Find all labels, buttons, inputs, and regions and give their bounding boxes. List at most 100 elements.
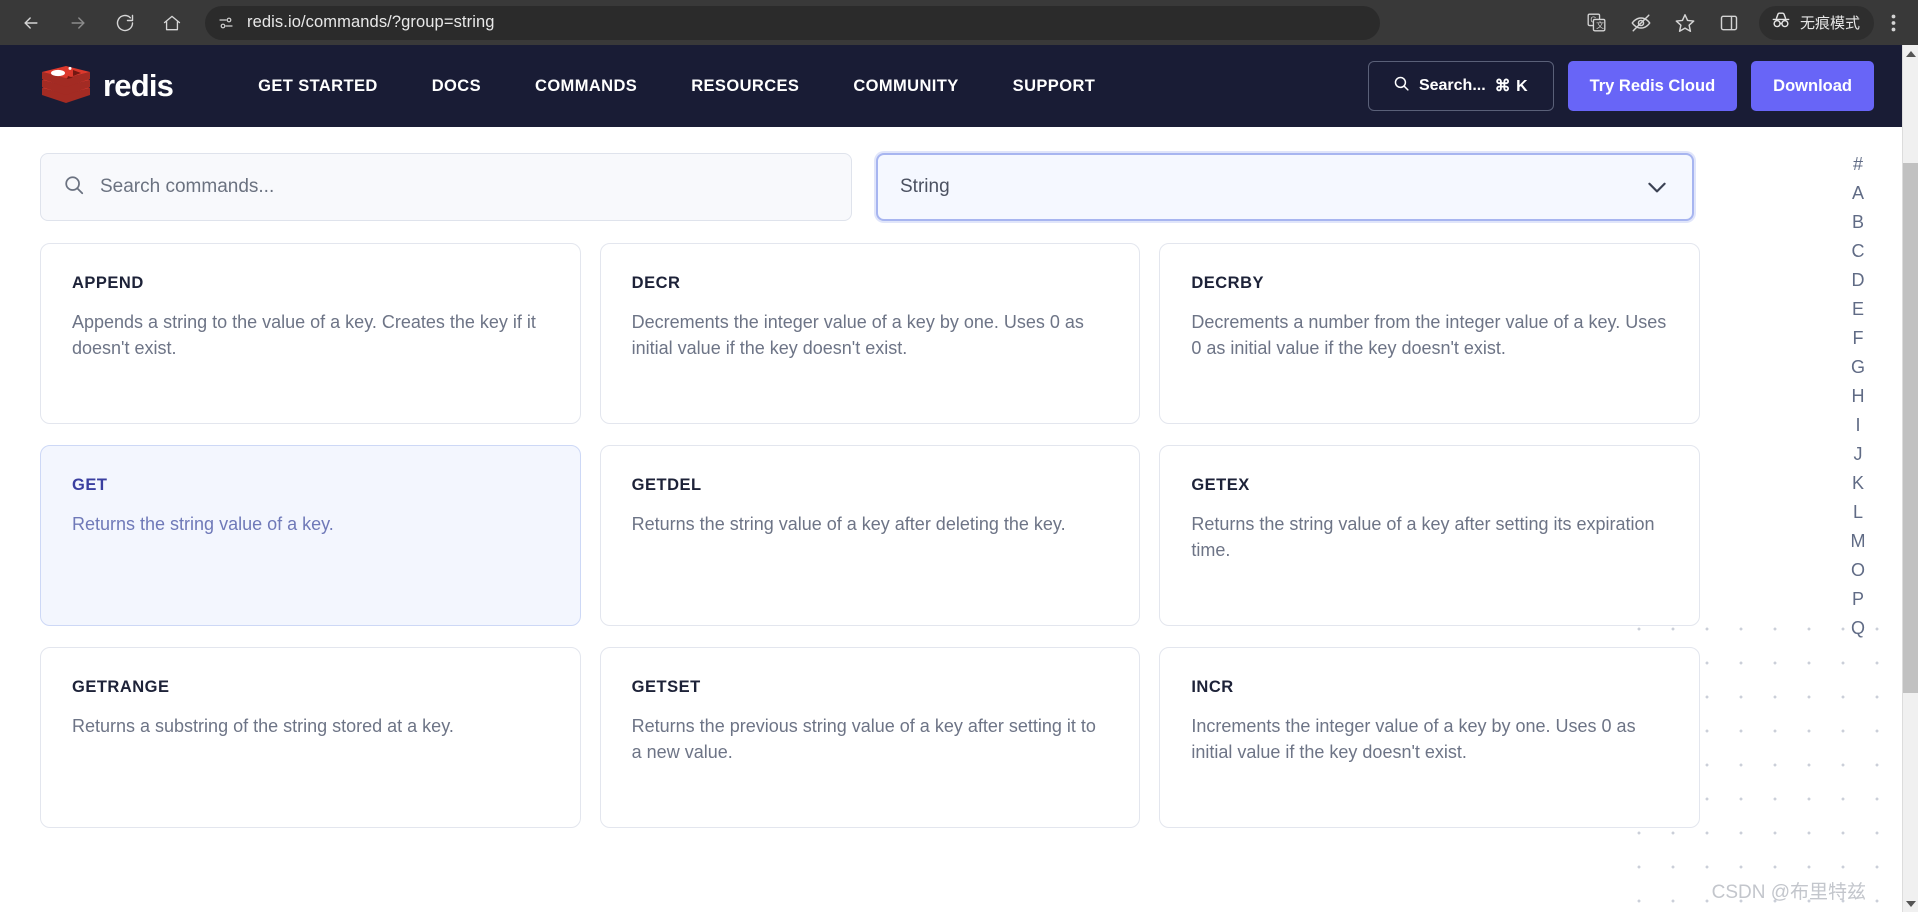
command-description: Appends a string to the value of a key. … (72, 312, 536, 358)
incognito-label: 无痕模式 (1799, 15, 1860, 32)
alphabet-letter-d[interactable]: D (1847, 271, 1869, 289)
command-card[interactable]: GETRANGE Returns a substring of the stri… (40, 647, 581, 828)
redis-logo-icon (40, 64, 92, 108)
command-description: Returns the string value of a key after … (1191, 514, 1655, 560)
scrollbar-down-arrow[interactable] (1903, 895, 1918, 912)
browser-toolbar: redis.io/commands/?group=string G文 无痕模式 (0, 0, 1918, 45)
forward-arrow-icon (68, 13, 88, 33)
alphabet-letter-f[interactable]: F (1847, 329, 1869, 347)
command-name: DECR (631, 274, 681, 292)
site-info-icon[interactable] (213, 10, 239, 36)
command-description: Decrements a number from the integer val… (1191, 312, 1667, 358)
nav-item-resources[interactable]: RESOURCES (664, 77, 826, 96)
nav-item-get-started[interactable]: GET STARTED (231, 77, 405, 96)
search-commands-input[interactable] (100, 176, 829, 198)
command-name: GETRANGE (72, 678, 170, 696)
url-text: redis.io/commands/?group=string (247, 13, 495, 31)
alphabet-letter-g[interactable]: G (1847, 358, 1869, 376)
incognito-icon (1770, 11, 1792, 34)
svg-text:文: 文 (1597, 20, 1605, 30)
command-card[interactable]: DECRBY Decrements a number from the inte… (1159, 243, 1700, 424)
command-card[interactable]: GET Returns the string value of a key. (40, 445, 581, 626)
nav-item-community[interactable]: COMMUNITY (826, 77, 985, 96)
command-group-select[interactable]: String (876, 153, 1694, 221)
nav-item-docs[interactable]: DOCS (405, 77, 508, 96)
command-name: APPEND (72, 274, 144, 292)
command-name: GETDEL (631, 476, 702, 494)
alphabet-letter-hash[interactable]: # (1847, 155, 1869, 173)
reload-button[interactable] (106, 4, 144, 42)
alphabet-letter-m[interactable]: M (1847, 532, 1869, 550)
site-header-actions: Search... ⌘ K Try Redis Cloud Download (1367, 61, 1902, 111)
command-description: Returns the string value of a key. (72, 514, 334, 534)
command-card[interactable]: DECR Decrements the integer value of a k… (599, 243, 1141, 424)
alphabet-letter-e[interactable]: E (1847, 300, 1869, 318)
back-button[interactable] (12, 4, 50, 42)
home-icon (162, 13, 182, 33)
download-button[interactable]: Download (1751, 61, 1874, 111)
command-description: Returns the previous string value of a k… (631, 716, 1096, 762)
browser-actions: G文 无痕模式 (1575, 0, 1918, 45)
command-card[interactable]: APPEND Appends a string to the value of … (40, 243, 581, 424)
command-description: Increments the integer value of a key by… (1191, 716, 1636, 762)
page-viewport: redis GET STARTED DOCS COMMANDS RESOURCE… (0, 45, 1902, 912)
site-search-shortcut: ⌘ K (1494, 78, 1529, 95)
command-card[interactable]: GETSET Returns the previous string value… (599, 647, 1141, 828)
commands-page-content: String APPEND Appends a string to the va… (0, 127, 1902, 912)
reload-icon (115, 13, 135, 33)
search-icon (63, 174, 85, 201)
redis-logo[interactable]: redis (40, 64, 174, 108)
alphabet-letter-q[interactable]: Q (1847, 619, 1869, 637)
command-name: GETEX (1191, 476, 1250, 494)
command-filters: String (0, 127, 1902, 221)
site-header: redis GET STARTED DOCS COMMANDS RESOURCE… (0, 45, 1902, 127)
command-name: DECRBY (1191, 274, 1265, 292)
commands-grid: APPEND Appends a string to the value of … (0, 221, 1740, 828)
csdn-watermark: CSDN @布里特兹 (1711, 882, 1866, 903)
alphabet-letter-l[interactable]: L (1847, 503, 1869, 521)
command-group-value: String (900, 176, 950, 197)
try-redis-cloud-button[interactable]: Try Redis Cloud (1567, 61, 1738, 111)
command-name: GETSET (631, 678, 701, 696)
alphabet-letter-a[interactable]: A (1847, 184, 1869, 202)
alphabet-letter-p[interactable]: P (1847, 590, 1869, 608)
command-name: INCR (1191, 678, 1234, 696)
alphabet-letter-i[interactable]: I (1847, 416, 1869, 434)
scrollbar-thumb[interactable] (1903, 163, 1918, 693)
command-description: Returns the string value of a key after … (631, 514, 1066, 534)
back-arrow-icon (21, 13, 41, 33)
site-search-label: Search... (1418, 77, 1486, 94)
three-dot-menu-icon[interactable] (1878, 6, 1908, 40)
alphabet-letter-c[interactable]: C (1847, 242, 1869, 260)
search-commands-field[interactable] (40, 153, 852, 221)
alphabet-letter-o[interactable]: O (1847, 561, 1869, 579)
nav-item-commands[interactable]: COMMANDS (508, 77, 664, 96)
alphabet-letter-k[interactable]: K (1847, 474, 1869, 492)
address-bar[interactable]: redis.io/commands/?group=string (205, 5, 1380, 40)
redis-wordmark: redis (103, 68, 174, 103)
page-scrollbar[interactable] (1902, 45, 1918, 912)
alphabet-letter-h[interactable]: H (1847, 387, 1869, 405)
search-icon (1393, 75, 1410, 97)
command-card[interactable]: GETEX Returns the string value of a key … (1159, 445, 1700, 626)
command-name: GET (72, 476, 108, 494)
nav-item-support[interactable]: SUPPORT (986, 77, 1123, 96)
command-description: Returns a substring of the string stored… (72, 716, 454, 736)
translate-icon[interactable]: G文 (1580, 6, 1614, 40)
site-search-button[interactable]: Search... ⌘ K (1367, 61, 1554, 111)
command-card[interactable]: GETDEL Returns the string value of a key… (599, 445, 1141, 626)
command-description: Decrements the integer value of a key by… (631, 312, 1084, 358)
site-nav-menu: GET STARTED DOCS COMMANDS RESOURCES COMM… (231, 77, 1122, 96)
alphabet-letter-j[interactable]: J (1847, 445, 1869, 463)
scrollbar-up-arrow[interactable] (1903, 45, 1918, 62)
forward-button[interactable] (59, 4, 97, 42)
chevron-down-icon (1644, 174, 1670, 200)
command-card[interactable]: INCR Increments the integer value of a k… (1159, 647, 1700, 828)
eye-off-icon[interactable] (1624, 6, 1658, 40)
star-icon[interactable] (1668, 6, 1702, 40)
alphabet-index-rail: # A B C D E F G H I J K L M O P Q (1838, 155, 1878, 637)
incognito-indicator[interactable]: 无痕模式 (1758, 5, 1874, 40)
alphabet-letter-b[interactable]: B (1847, 213, 1869, 231)
side-panel-icon[interactable] (1712, 6, 1746, 40)
home-button[interactable] (153, 4, 191, 42)
